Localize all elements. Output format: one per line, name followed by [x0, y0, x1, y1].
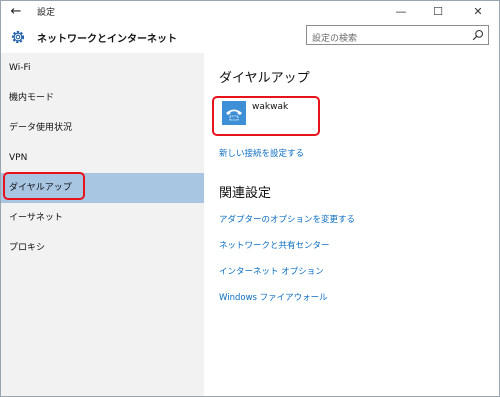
page-header: ネットワークとインターネット — [1, 23, 499, 51]
network-sharing-center-link[interactable]: ネットワークと共有センター — [219, 239, 330, 251]
dialup-section-title: ダイヤルアップ — [219, 71, 310, 86]
search-box[interactable] — [306, 25, 489, 48]
internet-options-link[interactable]: インターネット オプション — [219, 265, 324, 277]
back-button[interactable]: ← — [7, 3, 25, 21]
sidebar-item-proxy[interactable]: プロキシ — [1, 233, 204, 263]
sidebar-item-vpn[interactable]: VPN — [1, 143, 204, 173]
window-title: 設定 — [37, 8, 56, 18]
minimize-button[interactable]: — — [386, 1, 416, 23]
related-settings-title: 関連設定 — [219, 186, 272, 201]
sidebar-item-airplane-mode[interactable]: 機内モード — [1, 83, 204, 113]
settings-window: ← 設定 — ☐ ✕ ネットワークとインターネット Wi-Fi 機内モード デー… — [0, 0, 500, 397]
sidebar: Wi-Fi 機内モード データ使用状況 VPN ダイヤルアップ イーサネット プ… — [1, 53, 204, 396]
adapter-options-link[interactable]: アダプターのオプションを変更する — [219, 213, 355, 225]
gear-icon — [11, 30, 25, 44]
windows-firewall-link[interactable]: Windows ファイアウォール — [219, 291, 328, 303]
sidebar-item-data-usage[interactable]: データ使用状況 — [1, 113, 204, 143]
search-icon[interactable] — [472, 29, 484, 41]
dialup-nav-highlight — [3, 172, 85, 200]
main-content: ダイヤルアップ wakwak 新しい接続を設定する 関連設定 アダプターのオプシ… — [204, 53, 499, 396]
close-button[interactable]: ✕ — [463, 1, 493, 23]
title-bar: ← 設定 — ☐ ✕ — [1, 1, 499, 23]
sidebar-item-ethernet[interactable]: イーサネット — [1, 203, 204, 233]
sidebar-item-wifi[interactable]: Wi-Fi — [1, 53, 204, 83]
page-title: ネットワークとインターネット — [37, 34, 177, 45]
search-input[interactable] — [307, 30, 462, 48]
dialup-entry-highlight — [212, 96, 320, 136]
maximize-button[interactable]: ☐ — [423, 1, 453, 23]
new-connection-link[interactable]: 新しい接続を設定する — [219, 147, 304, 159]
